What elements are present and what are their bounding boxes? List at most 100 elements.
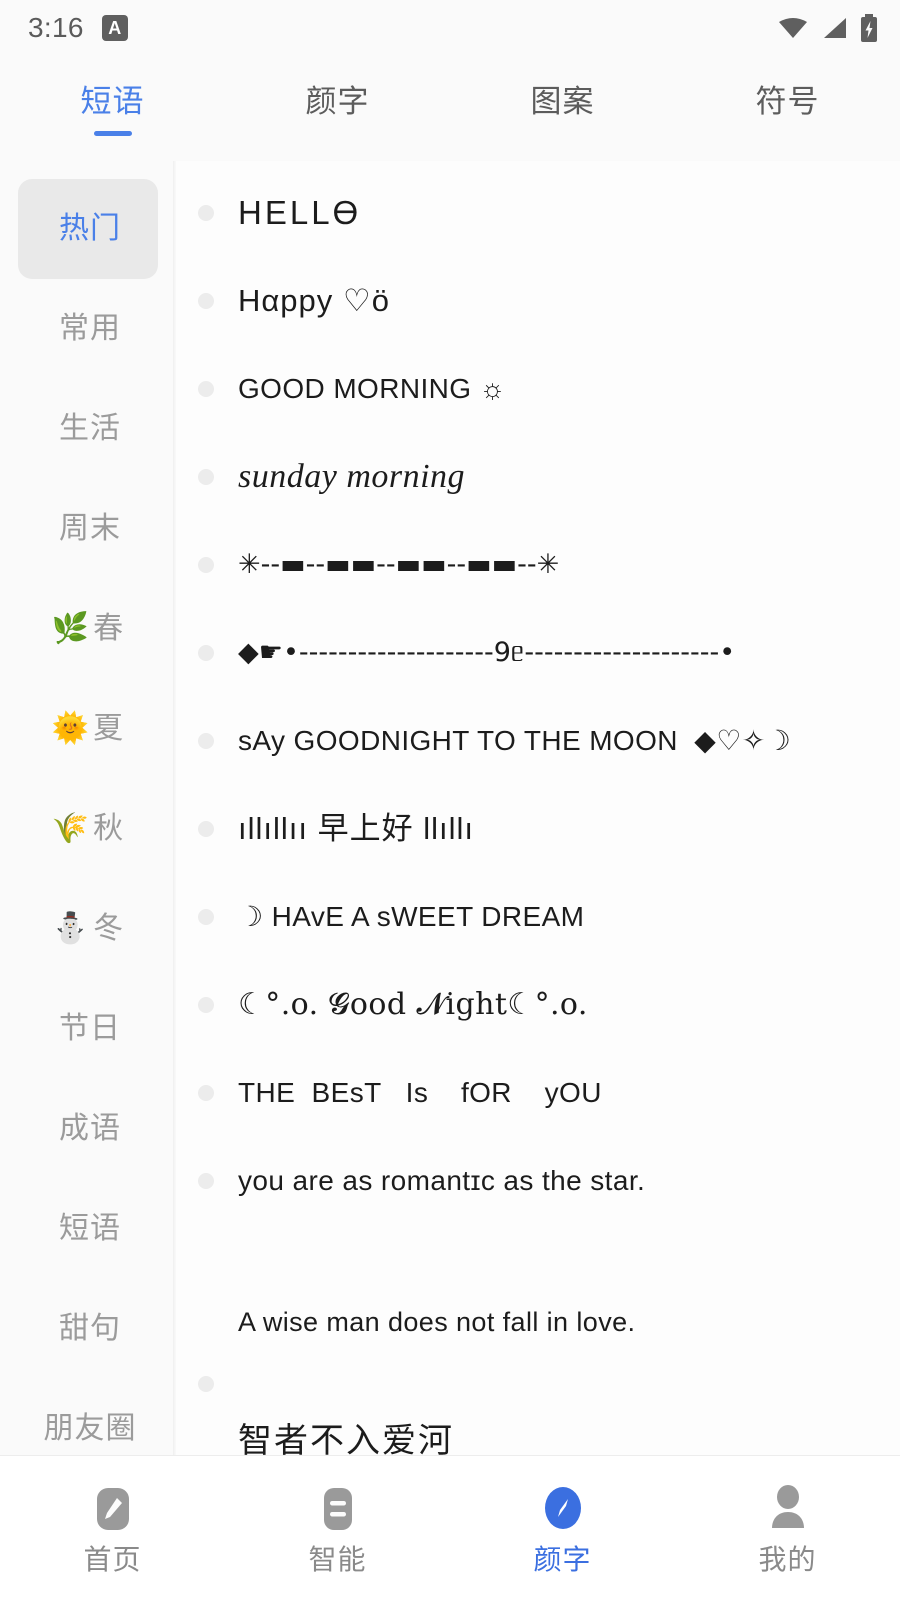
- sidebar-item-pengyouquan[interactable]: 朋友圈: [18, 1379, 158, 1455]
- sidebar-item-chengyu[interactable]: 成语: [18, 1079, 158, 1179]
- equals-icon: [323, 1488, 352, 1530]
- phrase-list[interactable]: HELLϴ Hαppy ♡ӧ GOOD MORNING ☼ sunday mor…: [176, 161, 900, 1455]
- sidebar-item-chun[interactable]: 🌿 春: [18, 579, 158, 679]
- tab-label: 短语: [80, 84, 145, 119]
- sidebar-item-label: 秋: [93, 812, 125, 845]
- tab-active-underline: [319, 131, 357, 136]
- list-item[interactable]: ✳--▬--▬▬--▬▬--▬▬--✳: [176, 521, 900, 609]
- status-bar-right: [778, 13, 878, 42]
- list-item[interactable]: GOOD MORNING ☼: [176, 345, 900, 433]
- sidebar-item-dong[interactable]: ⛄ 冬: [18, 879, 158, 979]
- nav-item-shouye[interactable]: 首页: [0, 1482, 225, 1574]
- status-bar-left: 3:16 A: [28, 12, 128, 44]
- sidebar-item-label: 热门: [59, 212, 121, 245]
- phrase-text: ◆☛•--------------------9ᥱ---------------…: [238, 636, 736, 668]
- sidebar-item-zhoumo[interactable]: 周末: [18, 479, 158, 579]
- ime-indicator-icon: A: [101, 14, 128, 41]
- phrase-text-line-2: 智者不入爱河: [238, 1422, 454, 1455]
- list-item[interactable]: ☾°.o. 𝓖ood 𝓝ight☾°.o.: [176, 961, 900, 1049]
- sidebar-item-label: 周末: [59, 512, 121, 545]
- nav-item-label: 我的: [758, 1544, 817, 1575]
- bullet-icon: [198, 293, 214, 309]
- wifi-icon: [779, 17, 807, 38]
- list-item[interactable]: THE BEsT Is fOR yOU: [176, 1049, 900, 1137]
- status-time: 3:16: [28, 11, 84, 43]
- phrase-text: ıllıllıı 早上好 llıllı: [238, 811, 474, 847]
- phrase-text: ☽ HAvE A sWEET DREAM: [238, 901, 585, 933]
- sidebar-item-label: 春: [93, 612, 125, 645]
- phrase-text: GOOD MORNING ☼: [238, 373, 506, 405]
- tab-yanzi[interactable]: 颜字: [225, 83, 450, 136]
- bullet-icon: [198, 821, 214, 837]
- bullet-icon: [198, 997, 214, 1013]
- app-root: 3:16 A 短语 颜字 图案 符号 热门 常用 生活 周末 🌿 春 🌞 夏 🌾…: [0, 0, 900, 1600]
- sidebar-item-jieri[interactable]: 节日: [18, 979, 158, 1079]
- pencil-icon: [96, 1488, 129, 1530]
- tab-active-underline: [769, 131, 807, 136]
- bullet-icon: [198, 469, 214, 485]
- list-item[interactable]: sAy GOODNIGHT TO THE MOON ◆♡✧☽: [176, 697, 900, 785]
- sidebar-item-shenghuo[interactable]: 生活: [18, 379, 158, 479]
- phrase-text-multiline: A wise man does not fall in love. 智者不入爱河: [238, 1229, 635, 1455]
- tab-fuhao[interactable]: 符号: [675, 83, 900, 136]
- sidebar-item-qiu[interactable]: 🌾 秋: [18, 779, 158, 879]
- tab-label: 图案: [530, 84, 595, 119]
- tab-label: 符号: [755, 84, 820, 119]
- tab-duanyu[interactable]: 短语: [0, 83, 225, 137]
- sun-icon: 🌞: [51, 711, 90, 746]
- status-bar: 3:16 A: [0, 0, 900, 55]
- list-item[interactable]: A wise man does not fall in love. 智者不入爱河: [176, 1225, 900, 1455]
- sidebar-item-label: 朋友圈: [43, 1412, 137, 1445]
- list-item[interactable]: HELLϴ: [176, 169, 900, 257]
- nav-item-label: 首页: [83, 1544, 142, 1575]
- list-item[interactable]: ıllıllıı 早上好 llıllı: [176, 785, 900, 873]
- phrase-text: sAy GOODNIGHT TO THE MOON ◆♡✧☽: [238, 725, 792, 757]
- phrase-text: you are as romantɪc as the star.: [238, 1165, 646, 1197]
- sidebar-item-xia[interactable]: 🌞 夏: [18, 679, 158, 779]
- herb-icon: 🌿: [51, 611, 90, 646]
- nav-item-yanzi[interactable]: 颜字: [450, 1482, 675, 1574]
- person-icon: [771, 1485, 804, 1528]
- compass-icon: [544, 1487, 581, 1529]
- category-tab-bar: 短语 颜字 图案 符号: [0, 55, 900, 161]
- phrase-text: HELLϴ: [238, 193, 362, 231]
- battery-charging-icon: [861, 13, 877, 42]
- tab-tuan[interactable]: 图案: [450, 83, 675, 136]
- bullet-icon: [198, 733, 214, 749]
- signal-icon: [824, 17, 846, 38]
- bullet-icon: [198, 909, 214, 925]
- phrase-text: sunday morning: [238, 458, 466, 496]
- nav-item-wode[interactable]: 我的: [675, 1482, 900, 1574]
- sidebar-item-changyong[interactable]: 常用: [18, 279, 158, 379]
- sidebar-item-label: 夏: [93, 712, 125, 745]
- bullet-icon: [198, 557, 214, 573]
- sidebar-item-label: 短语: [59, 1212, 121, 1245]
- sidebar-item-label: 常用: [59, 312, 121, 345]
- list-item[interactable]: sunday morning: [176, 433, 900, 521]
- phrase-text-line-1: A wise man does not fall in love.: [238, 1307, 636, 1338]
- tab-label: 颜字: [305, 84, 370, 119]
- sidebar-item-label: 生活: [59, 412, 121, 445]
- bullet-icon: [198, 645, 214, 661]
- sidebar-item-tianju[interactable]: 甜句: [18, 1279, 158, 1379]
- list-item[interactable]: ◆☛•--------------------9ᥱ---------------…: [176, 609, 900, 697]
- phrase-text: THE BEsT Is fOR yOU: [238, 1077, 602, 1109]
- nav-item-zhineng[interactable]: 智能: [225, 1482, 450, 1574]
- sidebar-item-label: 节日: [59, 1012, 121, 1045]
- sidebar-item-label: 成语: [59, 1112, 121, 1145]
- nav-item-label: 智能: [308, 1544, 367, 1575]
- bullet-icon: [198, 1173, 214, 1189]
- bullet-icon: [198, 1085, 214, 1101]
- rice-icon: 🌾: [51, 811, 90, 846]
- nav-item-label: 颜字: [533, 1544, 592, 1575]
- phrase-text: ☾°.o. 𝓖ood 𝓝ight☾°.o.: [238, 986, 588, 1022]
- category-sidebar[interactable]: 热门 常用 生活 周末 🌿 春 🌞 夏 🌾 秋 ⛄ 冬 节日 成语 短语 甜句 …: [0, 161, 176, 1455]
- sidebar-item-remen[interactable]: 热门: [18, 179, 158, 279]
- tab-active-underline: [93, 131, 132, 137]
- sidebar-item-label: 甜句: [59, 1312, 121, 1345]
- sidebar-item-duanyu[interactable]: 短语: [18, 1179, 158, 1279]
- phrase-text: Hαppy ♡ӧ: [238, 283, 390, 319]
- list-item[interactable]: you are as romantɪc as the star.: [176, 1137, 900, 1225]
- list-item[interactable]: Hαppy ♡ӧ: [176, 257, 900, 345]
- list-item[interactable]: ☽ HAvE A sWEET DREAM: [176, 873, 900, 961]
